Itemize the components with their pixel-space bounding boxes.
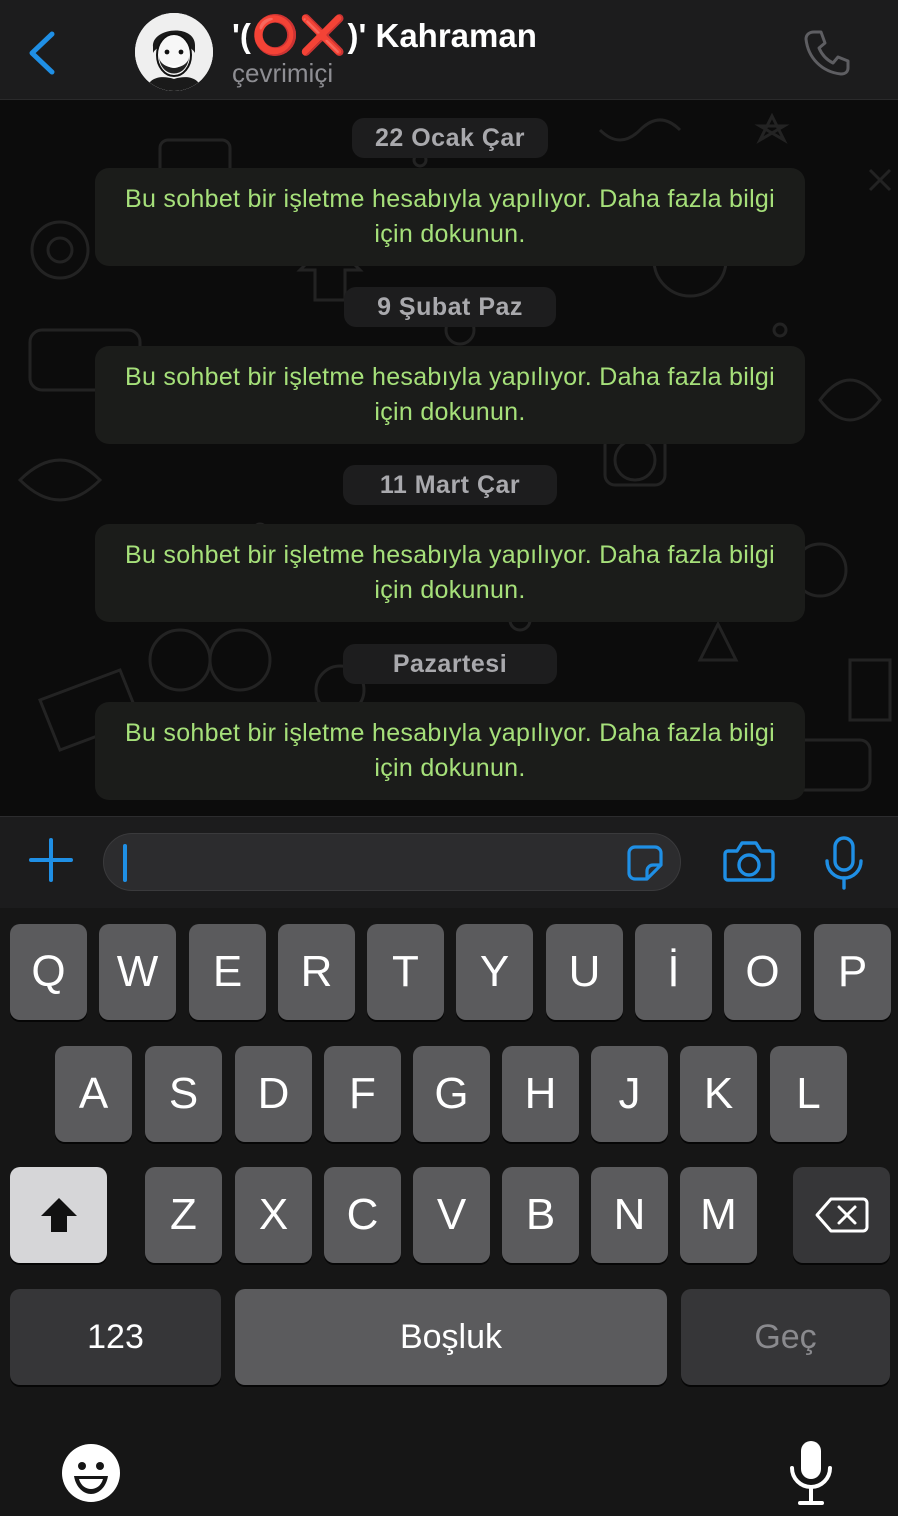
key-e[interactable]: E [189, 924, 266, 1020]
key-u[interactable]: U [546, 924, 623, 1020]
key-d[interactable]: D [235, 1046, 312, 1142]
key-w[interactable]: W [99, 924, 176, 1020]
shift-key[interactable] [10, 1167, 107, 1263]
business-account-notice[interactable]: Bu sohbet bir işletme hesabıyla yapılıyo… [95, 346, 805, 444]
avatar[interactable] [135, 13, 213, 91]
contact-name-suffix: )' Kahraman [347, 17, 537, 54]
key-t[interactable]: T [367, 924, 444, 1020]
dictation-icon[interactable] [786, 1438, 836, 1508]
key-q[interactable]: Q [10, 924, 87, 1020]
business-account-notice[interactable]: Bu sohbet bir işletme hesabıyla yapılıyo… [95, 168, 805, 266]
key-v[interactable]: V [413, 1167, 490, 1263]
emoji-icon[interactable] [60, 1442, 122, 1504]
message-input[interactable] [103, 833, 681, 891]
key-x[interactable]: X [235, 1167, 312, 1263]
contact-name-prefix: '( [232, 17, 251, 54]
chevron-left-icon[interactable] [22, 28, 62, 78]
business-account-notice[interactable]: Bu sohbet bir işletme hesabıyla yapılıyo… [95, 702, 805, 800]
key-a[interactable]: A [55, 1046, 132, 1142]
presence-status: çevrimiçi [232, 58, 334, 88]
date-separator: 22 Ocak Çar [352, 118, 548, 158]
key-o[interactable]: O [724, 924, 801, 1020]
shift-icon [40, 1198, 77, 1232]
sticker-icon[interactable] [625, 843, 665, 883]
plus-icon[interactable] [28, 837, 74, 883]
contact-name[interactable]: '( ⭕❌ )' Kahraman [232, 14, 537, 58]
return-key[interactable]: Geç [681, 1289, 890, 1385]
profile-photo [135, 13, 213, 91]
text-cursor [123, 844, 127, 882]
key-j[interactable]: J [591, 1046, 668, 1142]
key-z[interactable]: Z [145, 1167, 222, 1263]
key-g[interactable]: G [413, 1046, 490, 1142]
key-k[interactable]: K [680, 1046, 757, 1142]
business-account-notice[interactable]: Bu sohbet bir işletme hesabıyla yapılıyo… [95, 524, 805, 622]
key-l[interactable]: L [770, 1046, 847, 1142]
key-h[interactable]: H [502, 1046, 579, 1142]
numbers-key[interactable]: 123 [10, 1289, 221, 1385]
chat-area[interactable]: 22 Ocak Çar Bu sohbet bir işletme hesabı… [0, 100, 898, 816]
message-input-bar [0, 816, 898, 908]
key-f[interactable]: F [324, 1046, 401, 1142]
contact-name-emoji: ⭕❌ [251, 15, 347, 57]
key-i-dotted[interactable]: İ [635, 924, 712, 1020]
keyboard: Q W E R T Y U İ O P A S D F G H J K L Z … [0, 908, 898, 1516]
backspace-icon [815, 1197, 868, 1233]
key-s[interactable]: S [145, 1046, 222, 1142]
key-b[interactable]: B [502, 1167, 579, 1263]
chat-header: '( ⭕❌ )' Kahraman çevrimiçi [0, 0, 898, 100]
key-n[interactable]: N [591, 1167, 668, 1263]
date-separator: Pazartesi [343, 644, 557, 684]
phone-icon[interactable] [800, 26, 852, 78]
microphone-icon[interactable] [823, 835, 865, 891]
key-p[interactable]: P [814, 924, 891, 1020]
key-r[interactable]: R [278, 924, 355, 1020]
space-key[interactable]: Boşluk [235, 1289, 667, 1385]
key-c[interactable]: C [324, 1167, 401, 1263]
key-y[interactable]: Y [456, 924, 533, 1020]
date-separator: 9 Şubat Paz [344, 287, 556, 327]
camera-icon[interactable] [722, 837, 776, 885]
key-m[interactable]: M [680, 1167, 757, 1263]
date-separator: 11 Mart Çar [343, 465, 557, 505]
backspace-key[interactable] [793, 1167, 890, 1263]
